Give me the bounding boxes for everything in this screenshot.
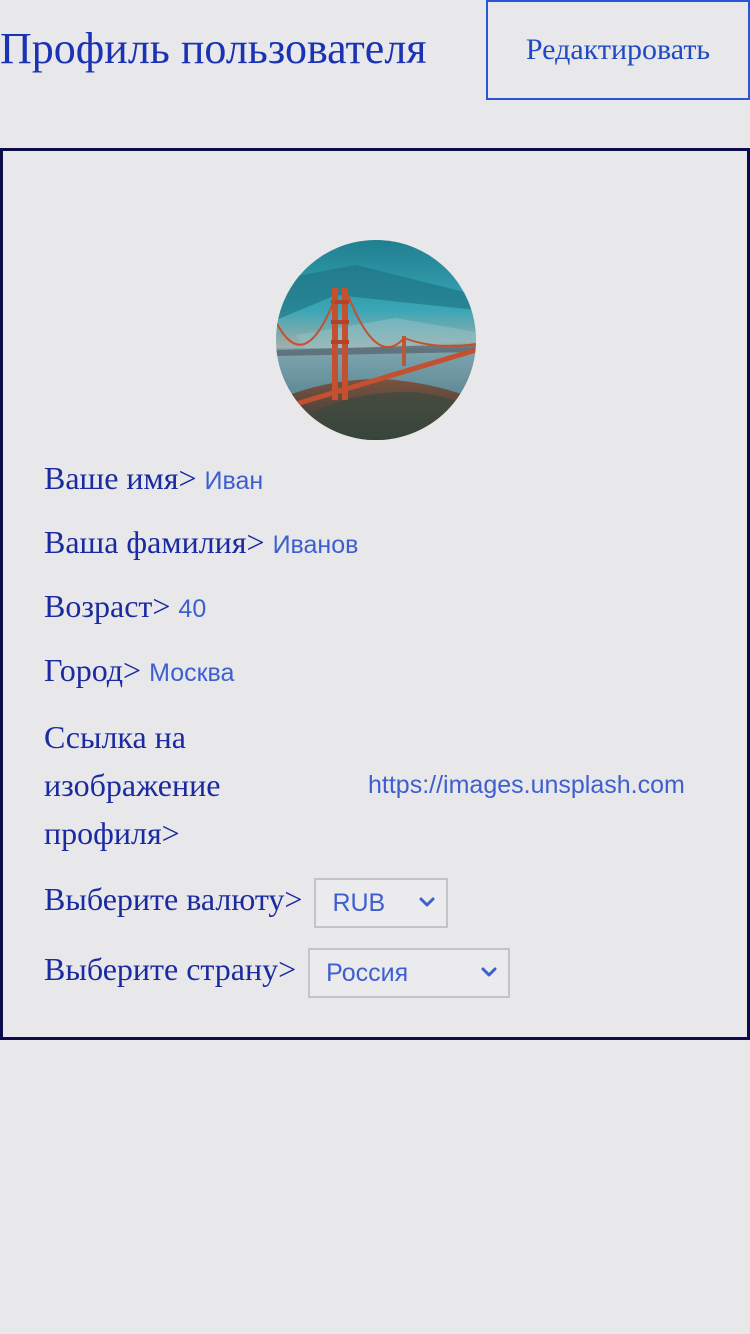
- page-title: Профиль пользователя: [0, 24, 427, 73]
- currency-select[interactable]: RUB: [314, 877, 449, 928]
- country-label: Выберите страну>: [44, 951, 297, 987]
- image-link-label: Ссылка на изображение профиля>: [44, 719, 221, 851]
- header: Профиль пользователя Редактировать: [0, 0, 750, 100]
- age-label: Возраст>: [44, 588, 171, 624]
- currency-row: Выберите валюту> RUB: [44, 875, 449, 928]
- avatar: [276, 240, 476, 440]
- surname-label: Ваша фамилия>: [44, 524, 265, 560]
- image-link-value: https://images.unsplash.com: [368, 771, 685, 799]
- country-row: Выберите страну> Россия: [44, 945, 511, 998]
- profile-card: Ваше имя> Иван Ваша фамилия> Иванов Возрас…: [0, 148, 750, 1040]
- currency-selected-value: RUB: [332, 888, 386, 917]
- city-row: Город> Москва: [44, 646, 234, 697]
- age-value: 40: [178, 595, 207, 623]
- city-label: Город>: [44, 652, 142, 688]
- city-value: Москва: [149, 659, 235, 687]
- chevron-down-icon: [419, 897, 435, 907]
- avatar-photo-icon: [276, 240, 476, 440]
- edit-button[interactable]: Редактировать: [486, 0, 750, 100]
- surname-row: Ваша фамилия> Иванов: [44, 518, 358, 569]
- country-selected-value: Россия: [326, 958, 409, 987]
- currency-label: Выберите валюту>: [44, 881, 303, 917]
- name-row: Ваше имя> Иван: [44, 454, 263, 505]
- age-row: Возраст> 40: [44, 582, 206, 633]
- surname-value: Иванов: [272, 531, 359, 559]
- country-select[interactable]: Россия: [308, 947, 511, 998]
- name-label: Ваше имя>: [44, 460, 197, 496]
- chevron-down-icon: [481, 967, 497, 977]
- name-value: Иван: [204, 467, 264, 495]
